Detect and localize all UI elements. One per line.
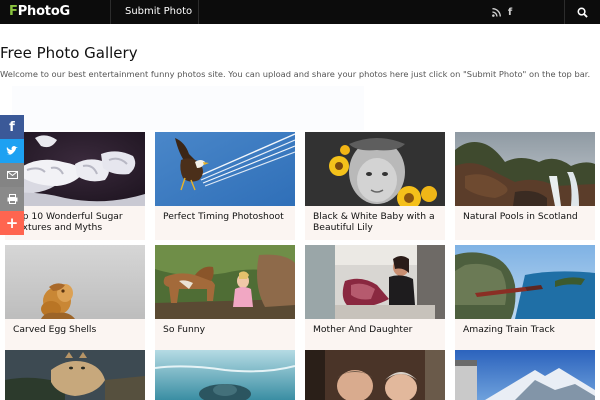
email-icon [6,171,18,179]
gallery-card[interactable]: Carved Egg Shells [5,245,145,353]
share-email-button[interactable] [0,163,24,187]
gallery-card[interactable]: Amazing Train Track [455,245,595,353]
card-caption[interactable]: Black & White Baby with a Beautiful Lily [313,211,443,233]
photo-cougar[interactable] [5,350,145,400]
photo-natural-pools-scotland[interactable] [455,132,595,206]
card-caption[interactable]: Perfect Timing Photoshoot [163,211,293,222]
card-caption[interactable]: Amazing Train Track [463,324,593,335]
photo-carved-egg-shells[interactable] [5,245,145,319]
share-more-button[interactable]: + [0,211,24,235]
card-caption[interactable]: Carved Egg Shells [13,324,143,335]
twitter-icon [6,146,18,155]
photo-bw-baby-lily[interactable] [305,132,445,206]
card-caption[interactable]: Top 10 Wonderful Sugar Textures and Myth… [13,211,143,233]
nav-divider [198,0,199,24]
photo-amazing-train-track[interactable] [455,245,595,319]
search-button[interactable] [565,0,600,24]
rss-icon[interactable] [490,6,502,18]
share-facebook-button[interactable]: f [0,115,24,139]
more-share-icon: + [5,213,19,232]
top-navigation-bar: FPhotoG Submit Photo f [0,0,600,24]
photo-perfect-timing[interactable] [155,132,295,206]
gallery-card[interactable]: So Funny [155,245,295,353]
print-icon [7,194,17,204]
share-twitter-button[interactable] [0,139,24,163]
photo-mother-and-daughter[interactable] [305,245,445,319]
photo-underwater[interactable] [155,350,295,400]
card-caption[interactable]: Mother And Daughter [313,324,443,335]
gallery-card[interactable]: Top 10 Wonderful Sugar Textures and Myth… [5,132,145,240]
photo-so-funny[interactable] [155,245,295,319]
card-caption[interactable]: Natural Pools in Scotland [463,211,593,222]
photo-family[interactable] [305,350,445,400]
gallery-card[interactable]: Mother And Daughter [305,245,445,353]
photo-sugar-textures[interactable] [5,132,145,206]
ad-placeholder [12,86,364,130]
search-icon [577,7,588,18]
page-title: Free Photo Gallery [0,44,138,62]
gallery-card[interactable]: Black & White Baby with a Beautiful Lily [305,132,445,240]
card-caption[interactable]: So Funny [163,324,293,335]
page-intro: Welcome to our best entertainment funny … [0,69,591,79]
facebook-icon: f [9,119,15,135]
photo-mountain[interactable] [455,350,595,400]
submit-photo-link[interactable]: Submit Photo [125,0,192,24]
share-print-button[interactable] [0,187,24,211]
gallery-card[interactable]: Perfect Timing Photoshoot [155,132,295,240]
site-logo[interactable]: FPhotoG [9,4,70,20]
nav-divider [110,0,111,24]
facebook-top-icon[interactable]: f [504,6,516,18]
gallery-card[interactable]: Natural Pools in Scotland [455,132,595,240]
